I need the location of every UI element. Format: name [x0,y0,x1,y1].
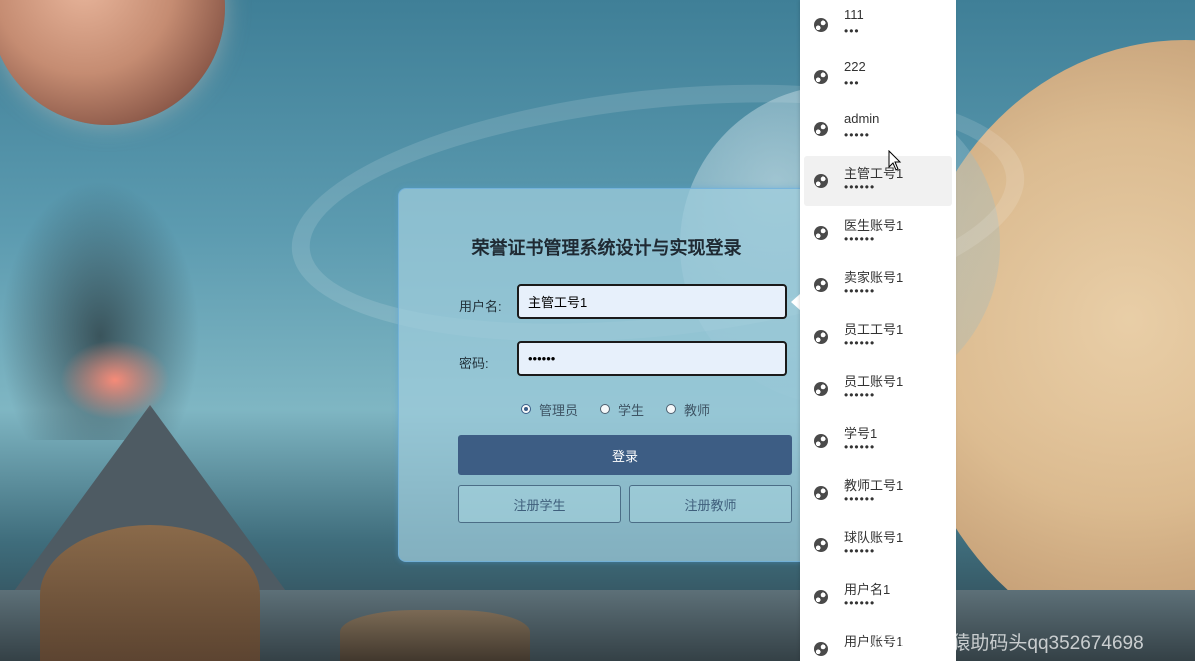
autofill-password-mask: •••••• [844,232,876,246]
autofill-item[interactable]: 医生账号1 •••••• [804,208,952,258]
autofill-item[interactable]: 员工账号1 •••••• [804,364,952,414]
autofill-password-mask: •••••• [844,180,876,194]
username-input[interactable] [517,284,787,319]
autofill-item[interactable]: 教师工号1 •••••• [804,468,952,518]
autofill-password-mask: •••••• [844,596,876,610]
lava-glow-image [60,340,170,420]
watermark: CSDN @猿助码头qq352674698 [873,633,1144,654]
autofill-password-mask: •••••• [844,284,876,298]
role-radio-admin[interactable]: 管理员 [521,400,578,419]
radio-unchecked-icon[interactable] [600,404,611,414]
register-student-button[interactable]: 注册学生 [458,485,621,523]
city-structure-image [340,610,530,661]
globe-icon [814,382,828,396]
globe-icon [814,434,828,448]
globe-icon [814,486,828,500]
autofill-item[interactable]: admin ••••• [804,104,952,154]
autofill-password-mask: •••••• [844,544,876,558]
globe-icon [814,590,828,604]
autofill-item[interactable]: 球队账号1 •••••• [804,520,952,570]
globe-icon [814,122,828,136]
role-label-admin: 管理员 [539,402,579,418]
autofill-password-mask: •••••• [844,388,876,402]
login-card: 荣誉证书管理系统设计与实现登录 用户名: 密码: 管理员 学生 教师 登录 注册… [398,188,815,562]
role-radio-student[interactable]: 学生 [600,400,644,419]
autofill-item[interactable]: 222 ••• [804,52,952,102]
autofill-password-mask: ••••• [844,128,871,142]
autofill-item[interactable]: 用户名1 •••••• [804,572,952,622]
autofill-username: admin [844,111,880,126]
radio-unchecked-icon[interactable] [666,404,677,414]
autofill-pointer [791,294,800,310]
role-radio-group: 管理员 学生 教师 [521,399,732,419]
globe-icon [814,642,828,656]
autofill-item[interactable]: 卖家账号1 •••••• [804,260,952,310]
globe-icon [814,278,828,292]
autofill-username: 222 [844,59,866,74]
globe-icon [814,226,828,240]
autofill-item[interactable]: 员工工号1 •••••• [804,312,952,362]
rock-formation-image [40,525,260,661]
globe-icon [814,18,828,32]
autofill-password-mask: •••••• [844,440,876,454]
autofill-password-mask: ••• [844,76,860,90]
autofill-item-highlighted[interactable]: 主管工号1 •••••• [804,156,952,206]
login-button[interactable]: 登录 [458,435,792,475]
username-label: 用户名: [459,299,502,314]
autofill-dropdown: 111 ••• 222 ••• admin ••••• 主管工号1 ••••••… [800,0,956,661]
autofill-item[interactable]: 学号1 •••••• [804,416,952,466]
role-label-teacher: 教师 [684,402,711,418]
radio-checked-icon[interactable] [521,404,531,414]
mouse-cursor-icon [888,150,902,171]
autofill-username: 111 [844,7,864,22]
autofill-password-mask: ••• [844,24,860,38]
autofill-password-mask: •••••• [844,492,876,506]
register-teacher-button[interactable]: 注册教师 [629,485,792,523]
globe-icon [814,538,828,552]
small-planet-image [0,0,225,125]
autofill-password-mask: •••••• [844,336,876,350]
password-input[interactable] [517,341,787,376]
globe-icon [814,174,828,188]
password-label: 密码: [459,356,489,371]
login-title: 荣誉证书管理系统设计与实现登录 [471,238,742,258]
role-radio-teacher[interactable]: 教师 [666,400,710,419]
globe-icon [814,70,828,84]
autofill-item[interactable]: 111 ••• [804,0,952,50]
globe-icon [814,330,828,344]
role-label-student: 学生 [618,402,645,418]
